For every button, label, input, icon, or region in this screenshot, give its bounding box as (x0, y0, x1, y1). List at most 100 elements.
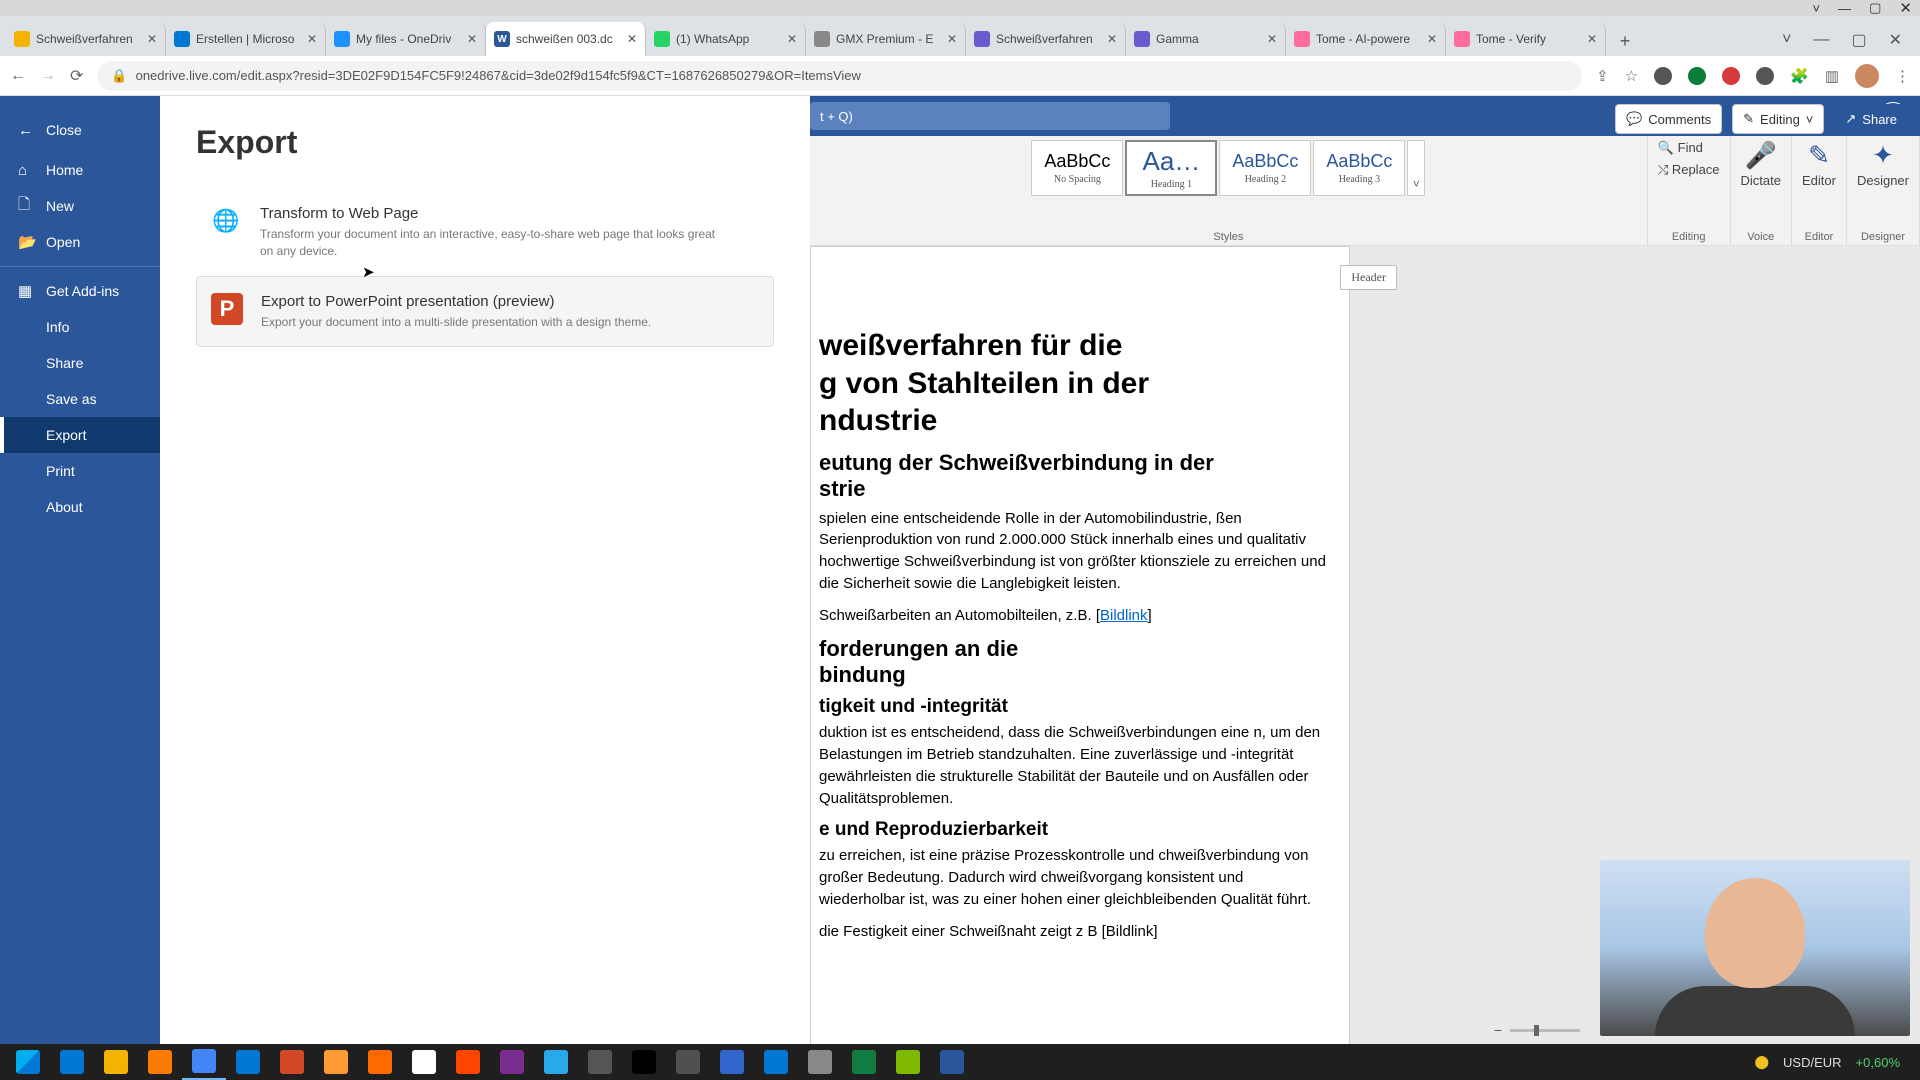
tab-close-icon[interactable]: ✕ (1587, 32, 1597, 46)
extension-icon[interactable] (1756, 67, 1774, 85)
backstage-nav-about[interactable]: About (0, 489, 160, 525)
backstage-nav-export[interactable]: Export (0, 417, 160, 453)
profile-avatar[interactable] (1855, 64, 1879, 88)
header-chip[interactable]: Header (1340, 265, 1397, 290)
backstage-nav-new[interactable]: 🗋New (0, 188, 160, 224)
style-option[interactable]: AaBbCcNo Spacing (1031, 140, 1123, 196)
taskbar-app-icon[interactable] (578, 1044, 622, 1080)
tab-close-icon[interactable]: ✕ (147, 32, 157, 46)
tab-close-icon[interactable]: ✕ (467, 32, 477, 46)
replace-button[interactable]: ⤭ Replace (1658, 162, 1720, 178)
zoom-out-icon[interactable]: − (1494, 1022, 1502, 1038)
taskbar-app-icon[interactable] (842, 1044, 886, 1080)
new-tab-button[interactable]: + (1610, 26, 1640, 56)
taskbar-app-icon[interactable] (50, 1044, 94, 1080)
tab-close-icon[interactable]: ✕ (1427, 32, 1437, 46)
backstage-nav-saveas[interactable]: Save as (0, 381, 160, 417)
browser-tab[interactable]: schweißen 003.dc ✕ (486, 22, 646, 56)
backstage-nav-share[interactable]: Share (0, 345, 160, 381)
taskbar-app-icon[interactable] (930, 1044, 974, 1080)
backstage-nav-print[interactable]: Print (0, 453, 160, 489)
ribbon-group-voice: 🎤Dictate Voice (1731, 136, 1792, 245)
browser-menu-icon[interactable]: ⋮ (1895, 67, 1910, 85)
bookmark-icon[interactable]: ☆ (1625, 67, 1638, 85)
browser-tab[interactable]: Schweißverfahren ✕ (966, 22, 1126, 56)
dictate-button[interactable]: 🎤Dictate (1741, 140, 1781, 188)
browser-tab[interactable]: Gamma ✕ (1126, 22, 1286, 56)
tab-dropdown-icon[interactable]: ˅ (1813, 1, 1821, 16)
taskbar-app-icon[interactable] (490, 1044, 534, 1080)
browser-tab[interactable]: GMX Premium - E ✕ (806, 22, 966, 56)
window-minimize-button[interactable]: — (1813, 31, 1829, 49)
taskbar-app-icon[interactable] (622, 1044, 666, 1080)
find-button[interactable]: 🔍 Find (1658, 140, 1703, 156)
browser-tab[interactable]: Tome - Verify ✕ (1446, 22, 1606, 56)
browser-tab[interactable]: (1) WhatsApp ✕ (646, 22, 806, 56)
doc-link[interactable]: Bildlink (1100, 607, 1148, 624)
extensions-menu-icon[interactable]: 🧩 (1790, 67, 1809, 85)
window-maximize-button[interactable]: ▢ (1851, 30, 1866, 50)
editor-button[interactable]: ✎Editor (1802, 140, 1836, 188)
backstage-nav-open[interactable]: 📂Open (0, 224, 160, 260)
styles-more-button[interactable]: ˅ (1407, 140, 1425, 196)
currency-pair[interactable]: USD/EUR (1783, 1055, 1842, 1070)
backstage-nav-info[interactable]: Info (0, 309, 160, 345)
share-button[interactable]: ↗ Share (1834, 104, 1908, 134)
style-option[interactable]: AaBbCcHeading 3 (1313, 140, 1405, 196)
window-maximize-button[interactable]: ▢ (1869, 0, 1881, 16)
extension-icon[interactable] (1722, 67, 1740, 85)
window-close-button[interactable]: ✕ (1889, 30, 1902, 50)
zoom-slider[interactable] (1510, 1029, 1580, 1032)
taskbar-app-icon[interactable] (710, 1044, 754, 1080)
taskbar-app-icon[interactable] (886, 1044, 930, 1080)
nav-back-button[interactable]: ← (10, 67, 26, 85)
taskbar-app-icon[interactable] (270, 1044, 314, 1080)
tab-close-icon[interactable]: ✕ (1267, 32, 1277, 46)
taskbar-app-icon[interactable] (798, 1044, 842, 1080)
zoom-control[interactable]: − (1494, 1022, 1580, 1038)
browser-tab[interactable]: Tome - AI-powere ✕ (1286, 22, 1446, 56)
browser-tab[interactable]: My files - OneDriv ✕ (326, 22, 486, 56)
taskbar-app-icon[interactable] (534, 1044, 578, 1080)
taskbar-app-icon[interactable] (94, 1044, 138, 1080)
editing-mode-button[interactable]: ✎ Editing ˅ (1732, 104, 1824, 134)
share-icon[interactable]: ⇪ (1596, 67, 1609, 85)
export-option[interactable]: 🌐 Transform to Web Page Transform your d… (196, 189, 774, 276)
tab-close-icon[interactable]: ✕ (787, 32, 797, 46)
style-option[interactable]: Aa…Heading 1 (1125, 140, 1217, 196)
tab-close-icon[interactable]: ✕ (1107, 32, 1117, 46)
nav-reload-button[interactable]: ⟳ (70, 66, 83, 86)
tray-icon[interactable]: ⬤ (1754, 1054, 1769, 1070)
side-panel-icon[interactable]: ▥ (1825, 67, 1839, 85)
taskbar-app-icon[interactable] (754, 1044, 798, 1080)
tab-close-icon[interactable]: ✕ (307, 32, 317, 46)
window-close-button[interactable]: ✕ (1899, 0, 1912, 17)
tab-close-icon[interactable]: ✕ (627, 32, 637, 46)
style-option[interactable]: AaBbCcHeading 2 (1219, 140, 1311, 196)
address-bar[interactable]: 🔒 onedrive.live.com/edit.aspx?resid=3DE0… (97, 61, 1582, 91)
taskbar-app-icon[interactable] (446, 1044, 490, 1080)
browser-tab[interactable]: Schweißverfahren ✕ (6, 22, 166, 56)
taskbar-app-icon[interactable] (314, 1044, 358, 1080)
comments-button[interactable]: 💬 Comments (1615, 104, 1722, 134)
designer-button[interactable]: ✦Designer (1857, 140, 1909, 188)
tab-chevron-icon[interactable]: ˅ (1782, 31, 1791, 49)
taskbar-app-icon[interactable] (402, 1044, 446, 1080)
taskbar-app-icon[interactable] (358, 1044, 402, 1080)
extension-icon[interactable] (1688, 67, 1706, 85)
taskbar-app-icon[interactable] (666, 1044, 710, 1080)
taskbar-app-icon[interactable] (226, 1044, 270, 1080)
window-minimize-button[interactable]: — (1838, 1, 1851, 16)
tab-close-icon[interactable]: ✕ (947, 32, 957, 46)
backstage-nav-addins[interactable]: ▦Get Add-ins (0, 273, 160, 309)
taskbar-app-icon[interactable] (138, 1044, 182, 1080)
word-search-box[interactable]: t + Q) (810, 102, 1170, 130)
browser-tab[interactable]: Erstellen | Microso ✕ (166, 22, 326, 56)
nav-forward-button[interactable]: → (40, 67, 56, 85)
backstage-nav-home[interactable]: ⌂Home (0, 152, 160, 188)
taskbar-app-icon[interactable] (182, 1044, 226, 1080)
start-button[interactable] (6, 1044, 50, 1080)
backstage-nav-close[interactable]: ←Close (0, 108, 160, 152)
extension-icon[interactable] (1654, 67, 1672, 85)
export-option[interactable]: P Export to PowerPoint presentation (pre… (196, 276, 774, 348)
